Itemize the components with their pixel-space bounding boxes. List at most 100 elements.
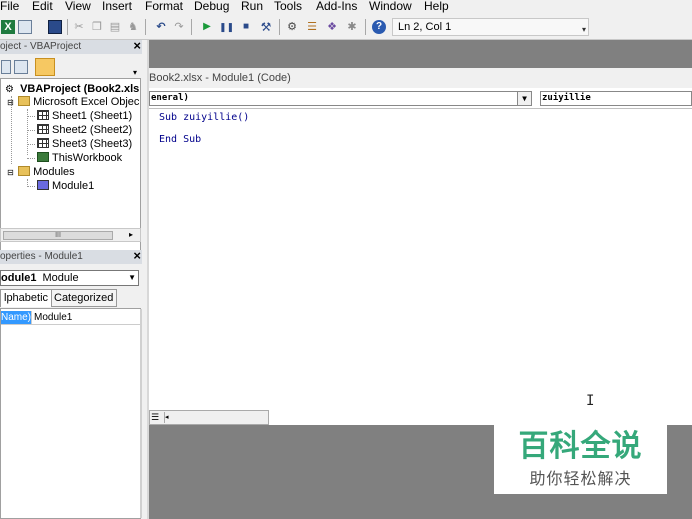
tree-item-sheet3[interactable]: Sheet3 (Sheet3)	[27, 138, 133, 151]
standard-toolbar: X ✂ ❐ ▤ ♞ ↶ ↷ ▶ ❚❚ ■ ⚒ ⚙ ☰ ❖ ✱ ? Ln 2, C…	[0, 15, 692, 40]
tree-item-excel-objects[interactable]: ⊟ Microsoft Excel Objec	[7, 96, 139, 109]
tree-item-modules[interactable]: ⊟ Modules	[7, 166, 75, 179]
menu-bar: File Edit View Insert Format Debug Run T…	[0, 0, 692, 15]
folder-open-icon	[18, 166, 31, 176]
toolbar-separator	[365, 19, 366, 35]
worksheet-icon	[37, 110, 49, 120]
copy-icon[interactable]: ❐	[90, 20, 104, 34]
properties-object-select[interactable]: odule1 Module ▼	[0, 270, 139, 286]
properties-scrollbar[interactable]	[140, 309, 142, 518]
tree-item-label: Modules	[33, 166, 75, 178]
close-icon[interactable]: ×	[133, 39, 141, 53]
property-value[interactable]: Module1	[34, 311, 72, 324]
toolbox-icon[interactable]: ✱	[345, 20, 359, 34]
view-object-icon[interactable]	[14, 60, 28, 74]
insert-module-icon[interactable]	[18, 20, 32, 34]
design-mode-icon[interactable]: ⚒	[259, 20, 273, 34]
menu-window[interactable]: Window	[369, 0, 412, 12]
mdi-background	[149, 40, 692, 68]
undo-icon[interactable]: ↶	[154, 20, 168, 34]
tree-item-label: VBAProject (Book2.xls	[20, 83, 140, 95]
grid-divider	[31, 311, 32, 325]
chevron-down-icon[interactable]: ▼	[517, 92, 531, 105]
code-hscrollbar[interactable]: ☰ ◂	[149, 410, 269, 425]
object-combo[interactable]: eneral) ▼	[149, 91, 532, 106]
menu-insert[interactable]: Insert	[102, 0, 132, 12]
toolbar-separator	[67, 19, 68, 35]
project-tree-hscrollbar[interactable]: III ▸	[0, 228, 141, 242]
scroll-left-icon[interactable]: ◂	[164, 412, 173, 423]
tree-item-sheet1[interactable]: Sheet1 (Sheet1)	[27, 110, 133, 123]
tree-item-module1[interactable]: Module1	[27, 180, 94, 193]
tab-alphabetic[interactable]: lphabetic	[0, 289, 53, 307]
code-line: End Sub	[159, 134, 202, 145]
chevron-down-icon[interactable]: ▼	[128, 271, 136, 285]
code-editor[interactable]: Sub zuiyillie() End Sub I	[149, 108, 692, 410]
collapse-icon[interactable]: ⊟	[7, 166, 15, 179]
toggle-folders-icon[interactable]	[35, 58, 55, 76]
excel-icon[interactable]: X	[1, 20, 15, 34]
view-code-icon[interactable]	[1, 60, 11, 74]
menu-add-ins[interactable]: Add-Ins	[316, 0, 357, 12]
code-window-title: Book2.xlsx - Module1 (Code)	[149, 72, 291, 84]
procedure-combo-value: zuiyillie	[542, 93, 591, 103]
paste-icon[interactable]: ▤	[108, 20, 122, 34]
tab-categorized[interactable]: Categorized	[50, 289, 118, 307]
code-window: Book2.xlsx - Module1 (Code) eneral) ▼ zu…	[149, 40, 692, 425]
tree-item-vbaproject[interactable]: ⚙ VBAProject (Book2.xls	[5, 83, 139, 96]
tree-item-label: Sheet2 (Sheet2)	[52, 124, 133, 136]
menu-format[interactable]: Format	[145, 0, 183, 12]
watermark-title: 百科全说	[518, 429, 643, 464]
collapse-icon[interactable]: ⊟	[7, 96, 15, 109]
object-type: Module	[42, 272, 79, 284]
procedure-combo[interactable]: zuiyillie	[540, 91, 692, 106]
menu-view[interactable]: View	[65, 0, 91, 12]
close-icon[interactable]: ×	[133, 249, 141, 263]
toolbar-options-icon[interactable]: ▾	[582, 22, 586, 38]
left-dock-pane: oject - VBAProject × ▾ ⚙ VBAProject (Boo…	[0, 39, 147, 519]
menu-edit[interactable]: Edit	[32, 0, 53, 12]
menu-file[interactable]: File	[0, 0, 19, 12]
vbaproject-icon: ⚙	[5, 84, 14, 95]
run-icon[interactable]: ▶	[200, 20, 214, 34]
reset-icon[interactable]: ■	[239, 20, 253, 34]
object-combo-value: eneral)	[151, 93, 189, 103]
property-row-name[interactable]: Name) Module1	[1, 311, 140, 325]
menu-debug[interactable]: Debug	[194, 0, 229, 12]
project-explorer-icon[interactable]: ⚙	[285, 20, 299, 34]
cursor-position-indicator: Ln 2, Col 1 ▾	[392, 18, 589, 36]
tree-item-sheet2[interactable]: Sheet2 (Sheet2)	[27, 124, 133, 137]
tree-connector	[27, 158, 35, 159]
properties-window-icon[interactable]: ☰	[305, 20, 319, 34]
tree-item-label: Sheet1 (Sheet1)	[52, 110, 133, 122]
toolbar-separator	[191, 19, 192, 35]
scroll-right-icon[interactable]: ▸	[129, 230, 133, 239]
workbook-icon	[37, 152, 49, 162]
object-browser-icon[interactable]: ❖	[325, 20, 339, 34]
procedure-view-icon[interactable]: ☰	[151, 412, 160, 423]
cursor-position-label: Ln 2, Col 1	[398, 21, 452, 33]
chevron-down-icon[interactable]: ▾	[133, 68, 137, 77]
break-icon[interactable]: ❚❚	[219, 20, 234, 34]
watermark-subtitle: 助你轻松解决	[529, 469, 632, 488]
property-name-label: Name)	[1, 311, 32, 324]
menu-help[interactable]: Help	[424, 0, 449, 12]
tree-item-label: Sheet3 (Sheet3)	[52, 138, 133, 150]
redo-icon[interactable]: ↷	[172, 20, 186, 34]
cut-icon[interactable]: ✂	[72, 20, 86, 34]
menu-tools[interactable]: Tools	[274, 0, 302, 12]
properties-grid: Name) Module1	[0, 308, 142, 519]
tree-item-thisworkbook[interactable]: ThisWorkbook	[27, 152, 122, 165]
menu-run[interactable]: Run	[241, 0, 263, 12]
folder-open-icon	[18, 96, 31, 106]
module-icon	[37, 180, 49, 190]
toolbar-separator	[145, 19, 146, 35]
save-icon[interactable]	[48, 20, 62, 34]
project-explorer-title: oject - VBAProject	[0, 41, 82, 52]
find-icon[interactable]: ♞	[126, 20, 140, 34]
scrollbar-thumb[interactable]: III	[3, 231, 113, 240]
worksheet-icon	[37, 124, 49, 134]
text-cursor-icon: I	[586, 393, 595, 409]
tree-connector	[27, 116, 35, 117]
help-icon[interactable]: ?	[372, 20, 386, 34]
